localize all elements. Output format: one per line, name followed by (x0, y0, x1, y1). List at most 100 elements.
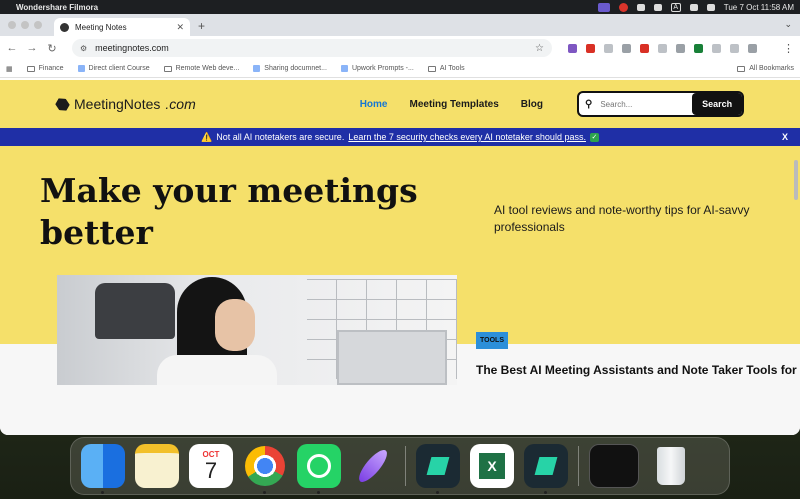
close-window-button[interactable] (8, 21, 16, 29)
running-indicator (317, 491, 320, 494)
bookmark-item[interactable]: Direct client Course (77, 65, 150, 72)
extension-icon[interactable] (658, 43, 667, 53)
minimize-window-button[interactable] (21, 21, 29, 29)
logo-cube-icon (54, 95, 72, 113)
bookmark-item[interactable]: AI Tools (427, 65, 465, 72)
bookmark-label: AI Tools (439, 65, 465, 72)
bookmark-label: Direct client Course (88, 65, 150, 72)
folder-icon (737, 65, 746, 72)
bookmark-label: Upwork Prompts -... (351, 65, 414, 72)
search-icon: ⚲ (585, 98, 593, 110)
bookmark-item[interactable]: Remote Web deve... (163, 65, 239, 72)
extension-icon[interactable] (586, 43, 595, 53)
bookmark-item[interactable]: Upwork Prompts -... (340, 65, 414, 72)
trash-can-icon (657, 447, 685, 485)
stop-record-icon[interactable] (618, 2, 628, 12)
trash-icon[interactable] (649, 444, 693, 488)
running-indicator (101, 491, 104, 494)
filmora-icon[interactable] (416, 444, 460, 494)
tab-meeting-notes[interactable]: Meeting Notes ✕ (54, 18, 190, 36)
nav-home-link[interactable]: Home (360, 99, 388, 110)
input-source-indicator[interactable]: A (670, 2, 681, 12)
bookmark-label: Sharing documnet... (264, 65, 327, 72)
extension-icon[interactable] (604, 43, 613, 53)
folder-icon (427, 65, 436, 72)
screen-record-icon[interactable] (597, 2, 610, 12)
excel-icon[interactable]: X (470, 444, 514, 488)
chrome-icon (245, 446, 285, 486)
apps-grid-icon[interactable]: ▦ (6, 65, 13, 73)
category-tag[interactable]: TOOLS (476, 332, 508, 349)
folder-icon (26, 65, 35, 72)
address-bar[interactable]: ⚙ meetingnotes.com ☆ (72, 39, 552, 57)
nav-blog-link[interactable]: Blog (521, 99, 543, 110)
browser-window: Meeting Notes ✕ + ⌄ ← → ↻ ⚙ meetingnotes… (0, 14, 800, 435)
mac-menubar: Wondershare Filmora A Tue 7 Oct 11:58 AM (0, 0, 800, 14)
pen-icon[interactable] (636, 3, 645, 11)
notes-icon[interactable] (135, 444, 179, 488)
search-input[interactable] (600, 99, 693, 109)
minimized-window-thumbnail[interactable] (589, 444, 639, 488)
chat-bubble-icon (307, 454, 331, 478)
close-tab-icon[interactable]: ✕ (176, 22, 184, 33)
chair-graphic (95, 283, 175, 339)
tab-search-chevron-icon[interactable]: ⌄ (784, 19, 792, 30)
new-tab-button[interactable]: + (198, 19, 205, 33)
back-button[interactable]: ← (6, 42, 18, 54)
filmora-icon[interactable] (524, 444, 568, 494)
site-info-icon[interactable]: ⚙ (80, 44, 87, 53)
active-app-name[interactable]: Wondershare Filmora (16, 3, 98, 12)
extension-icon[interactable] (676, 43, 685, 53)
featured-article-title[interactable]: The Best AI Meeting Assistants and Note … (476, 363, 800, 378)
extension-icon[interactable] (712, 43, 721, 53)
dock-separator (578, 446, 579, 486)
whatsapp-icon[interactable] (297, 444, 341, 494)
bookmark-star-icon[interactable]: ☆ (535, 43, 544, 54)
puzzle-icon[interactable] (730, 43, 739, 53)
warning-icon: ⚠️ (201, 131, 213, 142)
mac-dock: OCT 7 X (70, 437, 730, 495)
extension-icon[interactable] (694, 43, 703, 53)
bookmark-item[interactable]: Sharing documnet... (253, 65, 327, 72)
search-button[interactable]: Search (692, 93, 742, 115)
extension-icon[interactable] (622, 43, 631, 53)
logo-domain: .com (165, 96, 196, 112)
feather-icon (354, 446, 392, 486)
browser-toolbar: ← → ↻ ⚙ meetingnotes.com ☆ ⋮ (0, 36, 800, 60)
calendar-icon[interactable]: OCT 7 (189, 444, 233, 488)
kebab-menu-icon[interactable]: ⋮ (783, 42, 794, 55)
finder-icon[interactable] (81, 444, 125, 494)
all-bookmarks-button[interactable]: All Bookmarks (737, 65, 794, 72)
hero-subtitle: AI tool reviews and note-worthy tips for… (494, 203, 750, 234)
logo-name: MeetingNotes (74, 96, 161, 112)
forward-button[interactable]: → (26, 42, 38, 54)
site-logo[interactable]: MeetingNotes .com (56, 96, 196, 112)
menubar-clock[interactable]: Tue 7 Oct 11:58 AM (724, 3, 794, 12)
reload-button[interactable]: ↻ (46, 42, 58, 55)
security-banner: ⚠️ Not all AI notetakers are secure. Lea… (0, 128, 800, 146)
featured-article-image[interactable] (57, 275, 457, 385)
banner-close-button[interactable]: X (782, 132, 788, 142)
monitor-graphic (337, 330, 447, 385)
link-icon (253, 65, 261, 72)
hero-title: Make your meetings better (40, 171, 418, 252)
extension-icon[interactable] (568, 43, 577, 53)
extension-icon[interactable] (640, 43, 649, 53)
volume-icon[interactable] (653, 3, 662, 11)
url-text[interactable]: meetingnotes.com (95, 43, 169, 53)
page-scrollbar[interactable] (794, 160, 798, 200)
wifi-icon[interactable] (689, 3, 698, 11)
quill-app-icon[interactable] (351, 444, 395, 488)
zoom-window-button[interactable] (34, 21, 42, 29)
nav-meeting-templates-link[interactable]: Meeting Templates (410, 99, 499, 110)
control-center-icon[interactable] (706, 3, 715, 11)
site-nav: Home Meeting Templates Blog ⚲ Search (360, 91, 744, 117)
tab-title: Meeting Notes (75, 22, 127, 32)
profile-avatar[interactable] (748, 43, 757, 53)
chrome-app[interactable] (243, 444, 287, 494)
bookmark-item[interactable]: Finance (26, 65, 64, 72)
calendar-day: 7 (204, 457, 218, 483)
banner-link[interactable]: Learn the 7 security checks every AI not… (348, 132, 586, 142)
person-face-graphic (215, 299, 255, 351)
dock-separator (405, 446, 406, 486)
